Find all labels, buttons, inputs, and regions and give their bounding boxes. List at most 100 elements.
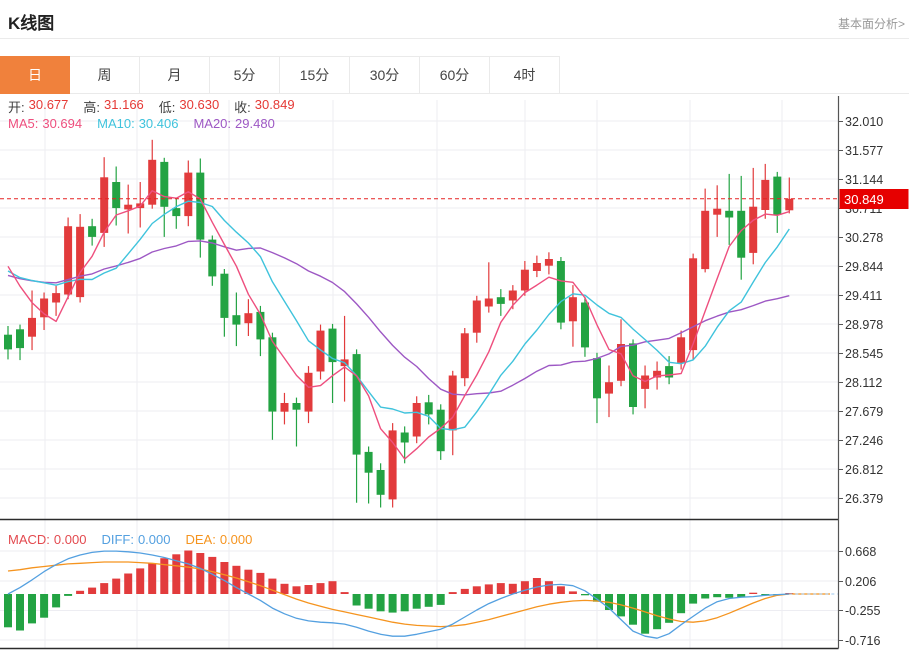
axis-tick-label: 29.844 — [845, 260, 883, 274]
candle-body — [76, 226, 85, 298]
candle-body — [773, 176, 782, 215]
candle-body — [544, 259, 553, 266]
candle-body — [112, 182, 121, 209]
period-tabs: 日周月 5分 15分 30分 60分 4时 — [0, 56, 909, 94]
macd-bar — [496, 583, 505, 594]
candle-body — [761, 179, 770, 210]
candle-body — [280, 403, 289, 412]
candle-body — [64, 226, 73, 295]
macd-bar — [581, 594, 589, 596]
macd-bar — [448, 592, 457, 594]
axis-tick-label: -0.255 — [845, 604, 880, 618]
candle-body — [160, 161, 169, 207]
macd-histogram — [4, 550, 794, 634]
macd-bar — [196, 553, 205, 594]
tab-period-2[interactable]: 月 — [140, 56, 210, 94]
candle-body — [605, 382, 613, 394]
macd-bar — [88, 587, 97, 594]
axis-tick-label: 28.545 — [845, 347, 883, 361]
macd-bar — [100, 583, 109, 594]
macd-bar — [352, 594, 361, 606]
ma-lines — [7, 189, 790, 460]
macd-bar — [124, 573, 133, 594]
macd-bar — [148, 563, 157, 594]
tab-period-4[interactable]: 15分 — [280, 56, 350, 94]
last-price-tag: 30.849 — [839, 189, 909, 209]
axis-tick-label: 31.144 — [845, 173, 883, 187]
candle-body — [244, 313, 253, 324]
candle-body — [713, 208, 722, 215]
axis-tick-label: 28.112 — [845, 376, 882, 390]
macd-bar — [544, 581, 553, 594]
macd-bar — [160, 558, 169, 594]
macd-bar — [256, 572, 265, 594]
candle-body — [364, 451, 373, 473]
fundamental-analysis-link[interactable]: 基本面分析> — [838, 15, 905, 32]
macd-bar — [689, 594, 698, 604]
candle-body — [4, 334, 12, 350]
candle-body — [388, 430, 397, 500]
candle-body — [472, 300, 481, 333]
candle-body — [52, 293, 61, 303]
macd-bar — [328, 581, 337, 594]
macd-bar — [556, 586, 565, 594]
macd-bar — [376, 594, 385, 612]
candle-body — [208, 239, 217, 277]
tab-period-0[interactable]: 日 — [0, 56, 70, 94]
grid-layer — [0, 100, 839, 648]
tabs-filler — [560, 56, 909, 94]
candle-body — [28, 317, 36, 337]
candle-body — [641, 375, 650, 389]
tab-period-7[interactable]: 4时 — [490, 56, 560, 94]
macd-bar — [136, 568, 145, 594]
macd-bar — [568, 591, 577, 594]
macd-bar — [749, 592, 758, 594]
candle-body — [100, 177, 109, 233]
candle-body — [352, 354, 361, 455]
candle-body — [749, 206, 758, 253]
macd-bar — [280, 583, 289, 594]
macd-bar — [220, 562, 229, 594]
candle-body — [400, 432, 409, 443]
page-title: K线图 — [8, 14, 55, 33]
candle-body — [508, 290, 517, 301]
macd-bar — [16, 594, 24, 631]
axis-tick-label: 0.668 — [845, 545, 876, 559]
macd-bar — [112, 578, 121, 594]
candle-body — [593, 358, 601, 399]
macd-bar — [725, 594, 734, 598]
kline-chart[interactable]: 32.01031.57731.14430.71130.27829.84429.4… — [0, 94, 909, 655]
macd-bar — [484, 584, 493, 594]
candle-body — [424, 402, 433, 415]
axis-tick-label: 29.411 — [845, 289, 882, 303]
axis-tick-label: 27.246 — [845, 434, 883, 448]
axis-tick-label: 28.978 — [845, 318, 883, 332]
macd-bar — [653, 594, 662, 630]
macd-bar — [641, 594, 650, 634]
candle-body — [484, 298, 493, 307]
macd-bar — [76, 590, 85, 594]
tab-period-5[interactable]: 30分 — [350, 56, 420, 94]
macd-bar — [400, 594, 409, 612]
candle-body — [581, 302, 589, 348]
candle-body — [184, 172, 193, 217]
macd-bar — [460, 588, 469, 594]
candle-body — [725, 210, 734, 218]
macd-bar — [412, 594, 421, 609]
macd-bar — [713, 594, 722, 598]
axis-tick-label: 32.010 — [845, 115, 883, 129]
macd-bar — [472, 586, 481, 594]
tab-period-1[interactable]: 周 — [70, 56, 140, 94]
macd-bar — [64, 594, 73, 596]
candle-body — [232, 315, 241, 325]
candle-body — [220, 273, 229, 318]
tab-period-3[interactable]: 5分 — [210, 56, 280, 94]
macd-bar — [424, 594, 433, 607]
macd-bar — [436, 594, 445, 605]
tab-period-6[interactable]: 60分 — [420, 56, 490, 94]
candle-body — [124, 204, 133, 210]
macd-bar — [677, 594, 686, 614]
svg-text:30.849: 30.849 — [844, 192, 884, 207]
axis-tick-label: 30.278 — [845, 231, 883, 245]
macd-bar — [52, 594, 61, 608]
